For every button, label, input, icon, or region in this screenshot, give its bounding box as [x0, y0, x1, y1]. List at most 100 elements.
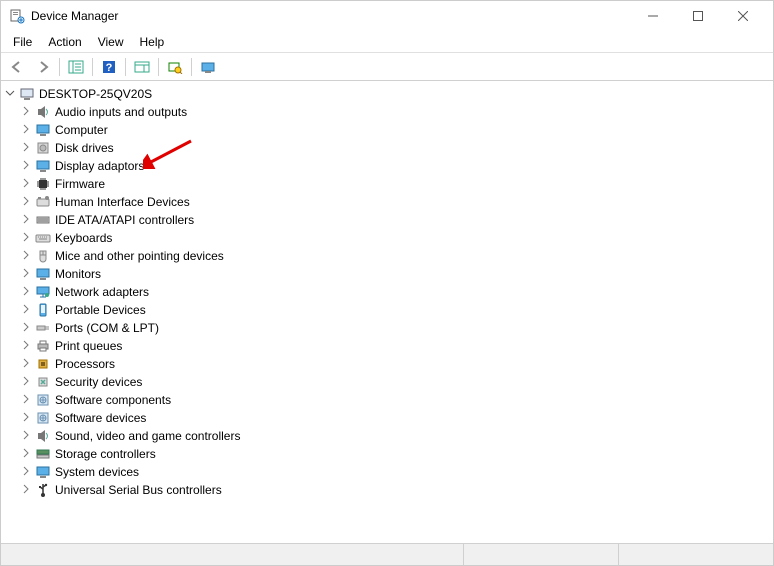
tree-item[interactable]: Keyboards [3, 229, 771, 247]
root-label: DESKTOP-25QV20S [39, 87, 152, 101]
add-legacy-hardware-button[interactable] [196, 56, 220, 78]
statusbar [1, 543, 773, 565]
port-icon [35, 320, 51, 336]
expand-icon[interactable] [19, 268, 33, 281]
tree-item[interactable]: Processors [3, 355, 771, 373]
tree-item-label: Human Interface Devices [55, 195, 190, 209]
expand-icon[interactable] [19, 160, 33, 173]
tree-item-label: Firmware [55, 177, 105, 191]
expand-icon[interactable] [19, 124, 33, 137]
speaker-icon [35, 428, 51, 444]
expand-icon[interactable] [19, 484, 33, 497]
security-icon [35, 374, 51, 390]
tree-item[interactable]: Print queues [3, 337, 771, 355]
expand-icon[interactable] [19, 376, 33, 389]
computer-icon [19, 86, 35, 102]
tree-item[interactable]: Software components [3, 391, 771, 409]
tree-item[interactable]: Storage controllers [3, 445, 771, 463]
hid-icon [35, 194, 51, 210]
tree-item[interactable]: Mice and other pointing devices [3, 247, 771, 265]
status-cell [618, 544, 773, 565]
tree-item[interactable]: Software devices [3, 409, 771, 427]
tree-item[interactable]: Human Interface Devices [3, 193, 771, 211]
expand-icon[interactable] [19, 430, 33, 443]
monitor-icon [35, 266, 51, 282]
expand-icon[interactable] [19, 106, 33, 119]
action-pane-button[interactable] [130, 56, 154, 78]
tree-item[interactable]: Disk drives [3, 139, 771, 157]
expand-icon[interactable] [19, 232, 33, 245]
storage-icon [35, 446, 51, 462]
expand-icon[interactable] [19, 322, 33, 335]
toolbar-separator [59, 58, 60, 76]
expand-icon[interactable] [19, 304, 33, 317]
tree-item-label: Computer [55, 123, 108, 137]
tree-item-label: Disk drives [55, 141, 114, 155]
tree-item-label: Keyboards [55, 231, 112, 245]
expand-icon[interactable] [19, 142, 33, 155]
tree-item[interactable]: Firmware [3, 175, 771, 193]
expand-icon[interactable] [19, 196, 33, 209]
expand-icon[interactable] [19, 286, 33, 299]
tree-item-label: Monitors [55, 267, 101, 281]
tree-root[interactable]: DESKTOP-25QV20S [3, 85, 771, 103]
menu-help[interactable]: Help [132, 33, 173, 51]
expand-icon[interactable] [19, 178, 33, 191]
svg-text:?: ? [106, 62, 113, 74]
tree-item[interactable]: Security devices [3, 373, 771, 391]
menubar: File Action View Help [1, 31, 773, 53]
tree-item[interactable]: Universal Serial Bus controllers [3, 481, 771, 499]
tree-item[interactable]: Sound, video and game controllers [3, 427, 771, 445]
tree-item-label: Network adapters [55, 285, 149, 299]
tree-item-label: Processors [55, 357, 115, 371]
status-cell [463, 544, 618, 565]
collapse-icon[interactable] [3, 88, 17, 101]
expand-icon[interactable] [19, 466, 33, 479]
tree-item-label: Software components [55, 393, 171, 407]
show-hide-console-tree-button[interactable] [64, 56, 88, 78]
tree-item[interactable]: Ports (COM & LPT) [3, 319, 771, 337]
ide-icon [35, 212, 51, 228]
device-manager-window: Device Manager File Action View Help [0, 0, 774, 566]
device-tree[interactable]: DESKTOP-25QV20S Audio inputs and outputs… [1, 81, 773, 543]
software-icon [35, 392, 51, 408]
expand-icon[interactable] [19, 250, 33, 263]
tree-item[interactable]: Audio inputs and outputs [3, 103, 771, 121]
tree-item[interactable]: Computer [3, 121, 771, 139]
tree-item[interactable]: Monitors [3, 265, 771, 283]
scan-hardware-button[interactable] [163, 56, 187, 78]
help-button[interactable]: ? [97, 56, 121, 78]
minimize-button[interactable] [630, 1, 675, 31]
menu-action[interactable]: Action [40, 33, 89, 51]
window-buttons [630, 1, 765, 31]
back-button[interactable] [5, 56, 29, 78]
tree-item[interactable]: Display adaptors [3, 157, 771, 175]
forward-button[interactable] [31, 56, 55, 78]
tree-item-label: Display adaptors [55, 159, 144, 173]
status-cell [1, 544, 463, 565]
expand-icon[interactable] [19, 412, 33, 425]
menu-view[interactable]: View [90, 33, 132, 51]
titlebar: Device Manager [1, 1, 773, 31]
usb-icon [35, 482, 51, 498]
maximize-button[interactable] [675, 1, 720, 31]
menu-file[interactable]: File [5, 33, 40, 51]
tree-item[interactable]: System devices [3, 463, 771, 481]
tree-item-label: Print queues [55, 339, 122, 353]
expand-icon[interactable] [19, 214, 33, 227]
expand-icon[interactable] [19, 448, 33, 461]
tree-item-label: IDE ATA/ATAPI controllers [55, 213, 194, 227]
expand-icon[interactable] [19, 340, 33, 353]
expand-icon[interactable] [19, 358, 33, 371]
software-icon [35, 410, 51, 426]
tree-item[interactable]: IDE ATA/ATAPI controllers [3, 211, 771, 229]
window-title: Device Manager [31, 9, 630, 23]
cpu-icon [35, 356, 51, 372]
tree-item[interactable]: Portable Devices [3, 301, 771, 319]
tree-item[interactable]: Network adapters [3, 283, 771, 301]
close-button[interactable] [720, 1, 765, 31]
tree-item-label: Mice and other pointing devices [55, 249, 224, 263]
toolbar: ? [1, 53, 773, 81]
expand-icon[interactable] [19, 394, 33, 407]
toolbar-separator [158, 58, 159, 76]
